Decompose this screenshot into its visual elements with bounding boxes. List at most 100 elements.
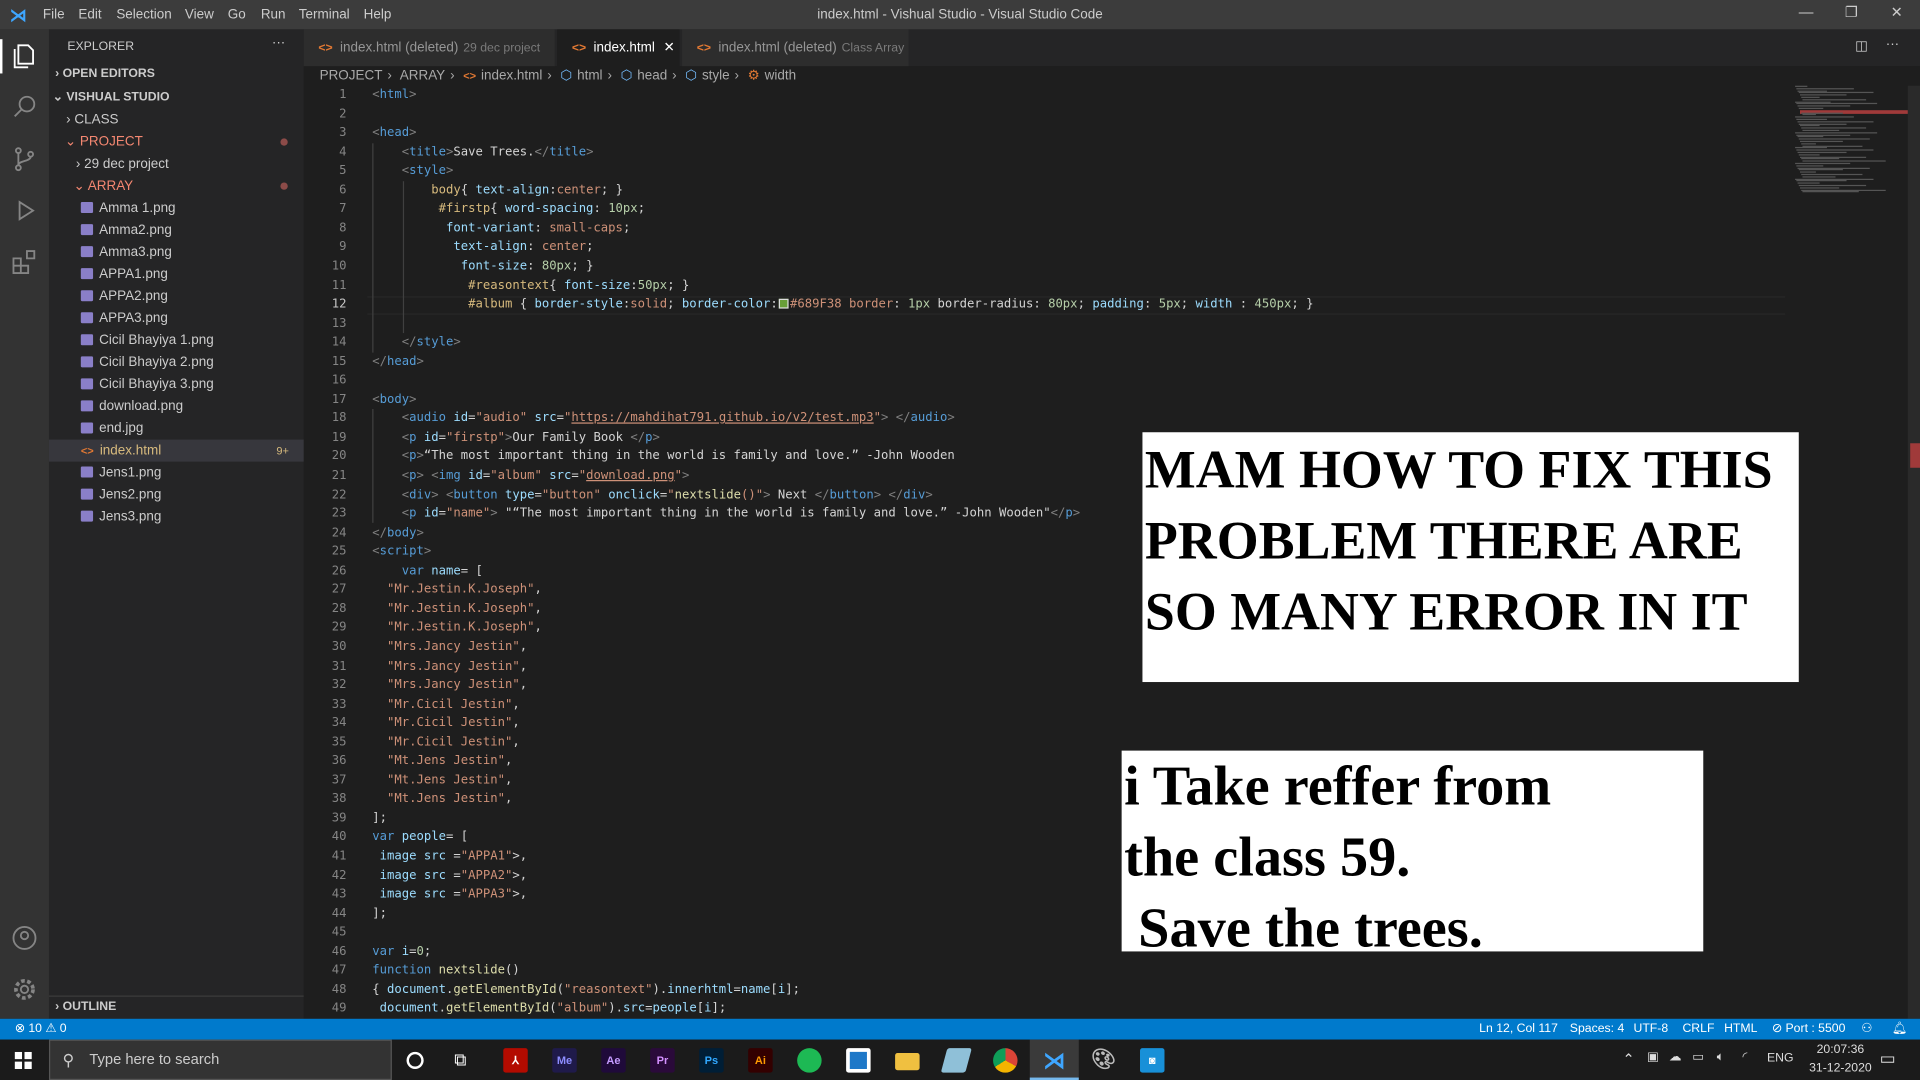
code-line[interactable]: document.getElementById("album").src=peo…	[372, 1002, 727, 1015]
code-line[interactable]: <p id="name"> "“The most important thing…	[372, 507, 1080, 520]
notepad-icon[interactable]	[940, 1048, 972, 1073]
cortana-icon[interactable]	[406, 1051, 424, 1069]
minimap[interactable]	[1788, 85, 1913, 208]
clock-time[interactable]: 20:07:36	[1810, 1043, 1871, 1056]
windows-start-icon[interactable]	[14, 1051, 32, 1069]
code-line[interactable]: image src ="APPA3">,	[372, 888, 527, 901]
code-line[interactable]: font-variant: small-caps;	[372, 221, 630, 234]
code-line[interactable]: <html>	[372, 88, 416, 101]
code-line[interactable]: var name= [	[372, 564, 483, 577]
file-explorer-icon[interactable]	[895, 1053, 920, 1071]
explorer-icon[interactable]	[10, 42, 39, 71]
file-item[interactable]: Cicil Bhayiya 2.png	[49, 351, 304, 373]
line-ending[interactable]: CRLF	[1682, 1022, 1714, 1035]
code-line[interactable]: "Mt.Jens Jestin",	[372, 774, 512, 787]
tab-index-deleted-29dec[interactable]: <> index.html (deleted) 29 dec project	[303, 29, 555, 67]
code-line[interactable]: <p>“The most important thing in the worl…	[372, 450, 955, 463]
code-line[interactable]: <body>	[372, 393, 416, 406]
file-item[interactable]: download.png	[49, 396, 304, 418]
action-center-icon[interactable]: ▭	[1880, 1048, 1896, 1069]
crumb-project[interactable]: PROJECT	[320, 69, 383, 84]
code-line[interactable]: </style>	[372, 336, 461, 349]
settings-gear-icon[interactable]	[10, 975, 39, 1004]
code-line[interactable]: "Mr.Jestin.K.Joseph",	[372, 602, 542, 615]
crumb-head[interactable]: head	[637, 69, 667, 84]
wifi-icon[interactable]: ◜	[1742, 1051, 1747, 1064]
live-server-port[interactable]: ⊘ Port : 5500	[1772, 1022, 1846, 1035]
onedrive-icon[interactable]: ☁	[1669, 1051, 1681, 1064]
code-line[interactable]: "Mr.Jestin.K.Joseph",	[372, 621, 542, 634]
code-line[interactable]: #firstp{ word-spacing: 10px;	[372, 202, 645, 215]
menu-view[interactable]: View	[185, 7, 214, 22]
code-line[interactable]: var i=0;	[372, 945, 431, 958]
file-item[interactable]: APPA3.png	[49, 307, 304, 329]
file-item[interactable]: end.jpg	[49, 418, 304, 440]
run-debug-icon[interactable]	[10, 196, 39, 225]
spotify-icon[interactable]	[797, 1048, 822, 1073]
code-line[interactable]: </body>	[372, 526, 424, 539]
code-line[interactable]: "Mr.Jestin.K.Joseph",	[372, 583, 542, 596]
code-line[interactable]: <audio id="audio" src="https://mahdihat7…	[372, 412, 955, 425]
menu-edit[interactable]: Edit	[78, 7, 101, 22]
volume-icon[interactable]: 🔈︎	[1717, 1051, 1724, 1064]
code-line[interactable]: image src ="APPA1">,	[372, 850, 527, 863]
after-effects-icon[interactable]: Ae	[601, 1048, 626, 1073]
restore-button[interactable]: ❐	[1833, 4, 1870, 26]
crumb-width[interactable]: width	[765, 69, 796, 84]
notifications-bell-icon[interactable]: 🔔︎	[1892, 1022, 1908, 1035]
code-line[interactable]: </head>	[372, 355, 424, 368]
code-line[interactable]: body{ text-align:center; }	[372, 183, 623, 196]
minimize-button[interactable]: —	[1788, 4, 1825, 26]
acrobat-icon[interactable]: ⅄	[503, 1048, 528, 1073]
menu-help[interactable]: Help	[364, 7, 392, 22]
tab-index-deleted-class-array[interactable]: <> index.html (deleted) Class Array	[682, 29, 909, 67]
tab-index-html[interactable]: <> index.html ✕	[557, 29, 680, 67]
photoshop-icon[interactable]: Ps	[699, 1048, 724, 1073]
code-line[interactable]: ];	[372, 907, 387, 920]
vscode-taskbar-icon[interactable]: ⋊	[1042, 1048, 1066, 1072]
file-item[interactable]: Jens1.png	[49, 462, 304, 484]
outline-section[interactable]: › OUTLINE	[49, 997, 304, 1019]
code-line[interactable]: "Mrs.Jancy Jestin",	[372, 678, 527, 691]
file-item[interactable]: Amma3.png	[49, 241, 304, 263]
clock-date[interactable]: 31-12-2020	[1807, 1062, 1873, 1075]
file-item[interactable]: Amma 1.png	[49, 197, 304, 219]
file-item[interactable]: Amma2.png	[49, 219, 304, 241]
workspace-section[interactable]: ⌄ VISHUAL STUDIO	[49, 87, 304, 109]
app-icon-2[interactable]: ◙	[1140, 1048, 1165, 1073]
crumb-file[interactable]: index.html	[481, 69, 542, 84]
cursor-position[interactable]: Ln 12, Col 117	[1479, 1022, 1558, 1035]
code-line[interactable]: function nextslide()	[372, 964, 519, 977]
file-item[interactable]: Cicil Bhayiya 3.png	[49, 373, 304, 395]
code-line[interactable]: "Mrs.Jancy Jestin",	[372, 640, 527, 653]
code-line[interactable]: <div> <button type="button" onclick="nex…	[372, 488, 933, 501]
code-line[interactable]: ];	[372, 812, 387, 825]
code-line[interactable]: { document.getElementById("reasontext").…	[372, 983, 800, 996]
code-line[interactable]: text-align: center;	[372, 240, 593, 253]
folder-project[interactable]: ⌄ PROJECT	[49, 131, 304, 153]
code-line[interactable]: <head>	[372, 126, 416, 139]
close-window-button[interactable]: ✕	[1878, 4, 1915, 26]
file-item[interactable]: Jens3.png	[49, 506, 304, 528]
code-line[interactable]: "Mt.Jens Jestin",	[372, 755, 512, 768]
problems-indicator[interactable]: ⊗ 10 ⚠ 0	[15, 1022, 67, 1035]
split-editor-icon[interactable]: ◫	[1855, 38, 1868, 54]
chrome-icon[interactable]	[993, 1048, 1018, 1073]
code-line[interactable]: "Mr.Cicil Jestin",	[372, 736, 520, 749]
code-line[interactable]: "Mt.Jens Jestin",	[372, 793, 512, 806]
more-actions-icon[interactable]: ···	[272, 36, 285, 51]
file-item[interactable]: <> index.html 9+	[48, 439, 304, 462]
code-line[interactable]: font-size: 80px; }	[372, 260, 594, 273]
close-tab-icon[interactable]: ✕	[663, 40, 674, 55]
code-line[interactable]: "Mr.Cicil Jestin",	[372, 716, 520, 729]
meet-now-icon[interactable]: ▣	[1647, 1051, 1659, 1064]
menu-go[interactable]: Go	[228, 7, 246, 22]
battery-icon[interactable]: ▭	[1692, 1051, 1704, 1064]
code-line[interactable]: <p> <img id="album" src="download.png">	[372, 469, 690, 482]
code-line[interactable]: <script>	[372, 545, 431, 558]
extensions-icon[interactable]	[10, 247, 39, 276]
menu-file[interactable]: File	[43, 7, 65, 22]
search-icon[interactable]	[10, 93, 39, 122]
paint-icon[interactable]: 🎨︎	[1091, 1048, 1116, 1072]
crumb-style[interactable]: style	[702, 69, 730, 84]
